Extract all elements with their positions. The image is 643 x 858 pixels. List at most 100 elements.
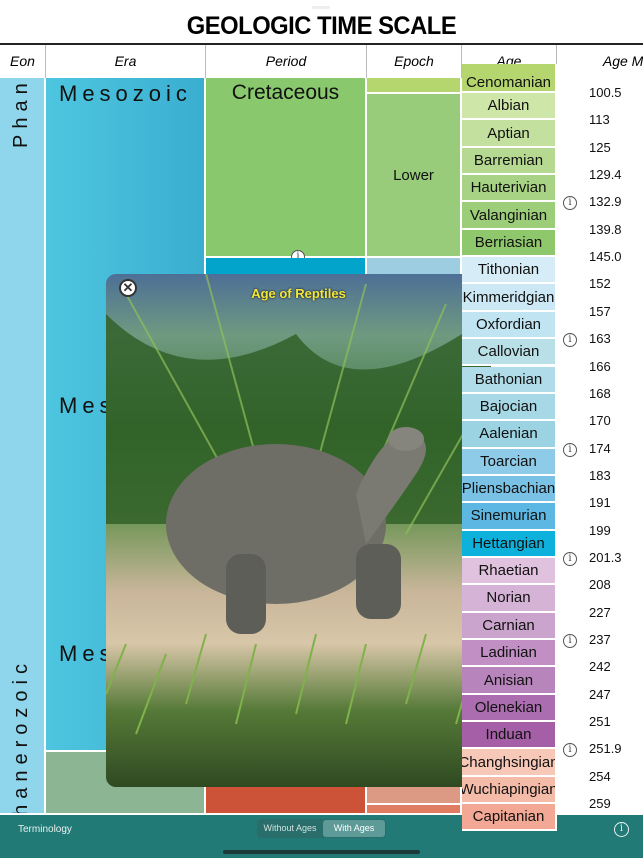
age-ma-value: 145.0 [589, 249, 622, 265]
popup-card[interactable]: ✕ Age of Reptiles i [106, 274, 491, 787]
age-label: Bathonian [474, 370, 543, 388]
with-ages-tab[interactable]: With Ages [323, 820, 385, 837]
age-row[interactable]: Hettangian [462, 530, 557, 558]
header-period: Period [206, 45, 367, 78]
age-label: Hauterivian [470, 179, 547, 197]
age-ma-value: 208 [589, 577, 611, 593]
age-ma-value: 174 [589, 440, 611, 456]
age-ma-value: 191 [589, 495, 611, 511]
turtle-illustration [106, 274, 491, 735]
epoch-lower-cretaceous[interactable]: Lower [367, 94, 462, 258]
info-icon[interactable]: i [563, 333, 577, 348]
age-row[interactable]: Toarcian [462, 448, 557, 476]
age-row[interactable]: Tithonian [462, 257, 557, 285]
age-ma-value: 251 [589, 714, 611, 730]
age-ma-value: 237 [589, 632, 611, 647]
era-label: Mesozoic [59, 81, 192, 106]
info-icon[interactable]: i [563, 551, 577, 566]
header-eon: Eon [0, 45, 46, 78]
age-ma-value: 199 [589, 522, 611, 538]
age-label: Aptian [487, 124, 530, 142]
period-cretaceous[interactable]: Cretaceous [206, 78, 367, 258]
age-ma-value: 168 [589, 385, 611, 401]
age-row[interactable]: Sinemurian [462, 503, 557, 531]
age-row[interactable]: Callovian [462, 339, 557, 367]
header-ma: Age Ma [602, 53, 643, 69]
age-ma-value: 201.3 [589, 549, 622, 565]
popup-title: Age of Reptiles [251, 286, 346, 301]
age-label: Anisian [483, 671, 534, 689]
age-ma-value: 183 [589, 467, 611, 483]
age-row[interactable]: Anisian [462, 667, 557, 695]
age-label: Oxfordian [475, 315, 542, 333]
period-permian[interactable] [206, 787, 367, 815]
age-row[interactable]: Hauterivian [462, 175, 557, 203]
epoch-label: Lower [393, 166, 434, 184]
age-row[interactable]: Induan [462, 722, 557, 750]
age-row[interactable]: Bajocian [462, 393, 557, 422]
age-label: Kimmeridgian [462, 288, 555, 306]
age-label: Cenomanian [465, 74, 552, 91]
age-row[interactable]: Oxfordian [462, 311, 557, 340]
age-label: Albian [487, 97, 530, 115]
age-row[interactable]: Kimmeridgian [462, 284, 557, 312]
age-row[interactable]: Norian [462, 585, 557, 613]
age-ma-value: 242 [589, 659, 611, 675]
age-label: Olenekian [474, 698, 543, 716]
age-ma-value: 227 [589, 604, 611, 620]
age-row[interactable]: Cenomanian [462, 64, 557, 93]
eon-label: Phanerozoic [10, 658, 32, 815]
age-label: Carnian [482, 616, 535, 634]
age-label: Barremian [473, 151, 544, 169]
age-label: Rhaetian [478, 562, 539, 580]
age-ma-value: 152 [589, 276, 611, 292]
age-row[interactable]: Berriasian [462, 229, 557, 258]
age-ma-value: 129.4 [589, 167, 622, 183]
age-ma-value: 132.9 [589, 194, 622, 210]
terminology-button[interactable]: Terminology [18, 824, 72, 835]
info-icon[interactable]: i [563, 634, 577, 648]
age-row[interactable]: Bathonian [462, 366, 557, 394]
info-icon[interactable]: i [563, 442, 577, 457]
eon-phanerozoic[interactable]: Phan Phanerozoic [0, 78, 46, 815]
age-row[interactable]: Pliensbachian [462, 475, 557, 504]
age-row[interactable]: Aalenian [462, 421, 557, 449]
age-row[interactable]: Valanginian [462, 202, 557, 230]
info-icon[interactable]: i [563, 196, 577, 211]
age-ma-value: 163 [589, 331, 611, 347]
header-epoch: Epoch [367, 45, 462, 78]
age-row[interactable]: Changhsingian [462, 749, 557, 777]
age-ma-value: 113 [589, 112, 610, 128]
age-label: Wuchiapingian [462, 780, 557, 798]
age-row[interactable]: Wuchiapingian [462, 776, 557, 805]
epoch-guadalupian[interactable] [367, 805, 462, 815]
epoch-upper-cretaceous[interactable] [367, 78, 462, 94]
age-ma-value: 139.8 [589, 221, 622, 237]
info-icon[interactable]: i [614, 822, 629, 837]
age-ma-value: 251.9 [589, 741, 622, 757]
age-label: Capitanian [472, 808, 545, 826]
header-era: Era [46, 45, 206, 78]
age-ma-value: 166 [589, 358, 611, 374]
epoch-lopingian[interactable] [367, 787, 462, 805]
age-row[interactable]: Ladinian [462, 640, 557, 668]
age-row[interactable]: Rhaetian [462, 557, 557, 586]
age-row[interactable]: Capitanian [462, 804, 557, 832]
info-icon[interactable]: i [563, 743, 577, 758]
age-row[interactable]: Albian [462, 93, 557, 121]
age-label: Aalenian [479, 425, 538, 443]
without-ages-tab[interactable]: Without Ages [258, 820, 322, 837]
eon-top-label: Phan [10, 78, 32, 148]
age-row[interactable]: Carnian [462, 612, 557, 640]
age-row[interactable]: Olenekian [462, 694, 557, 723]
age-row[interactable]: Aptian [462, 120, 557, 148]
age-label: Sinemurian [470, 507, 547, 525]
age-ma-value: 170 [589, 413, 611, 429]
age-label: Induan [485, 726, 532, 744]
age-ma-value: 254 [589, 768, 611, 784]
home-indicator [223, 850, 420, 854]
grabber [312, 6, 330, 9]
age-label: Ladinian [480, 644, 537, 662]
age-row[interactable]: Barremian [462, 147, 557, 176]
age-label: Changhsingian [462, 753, 557, 771]
